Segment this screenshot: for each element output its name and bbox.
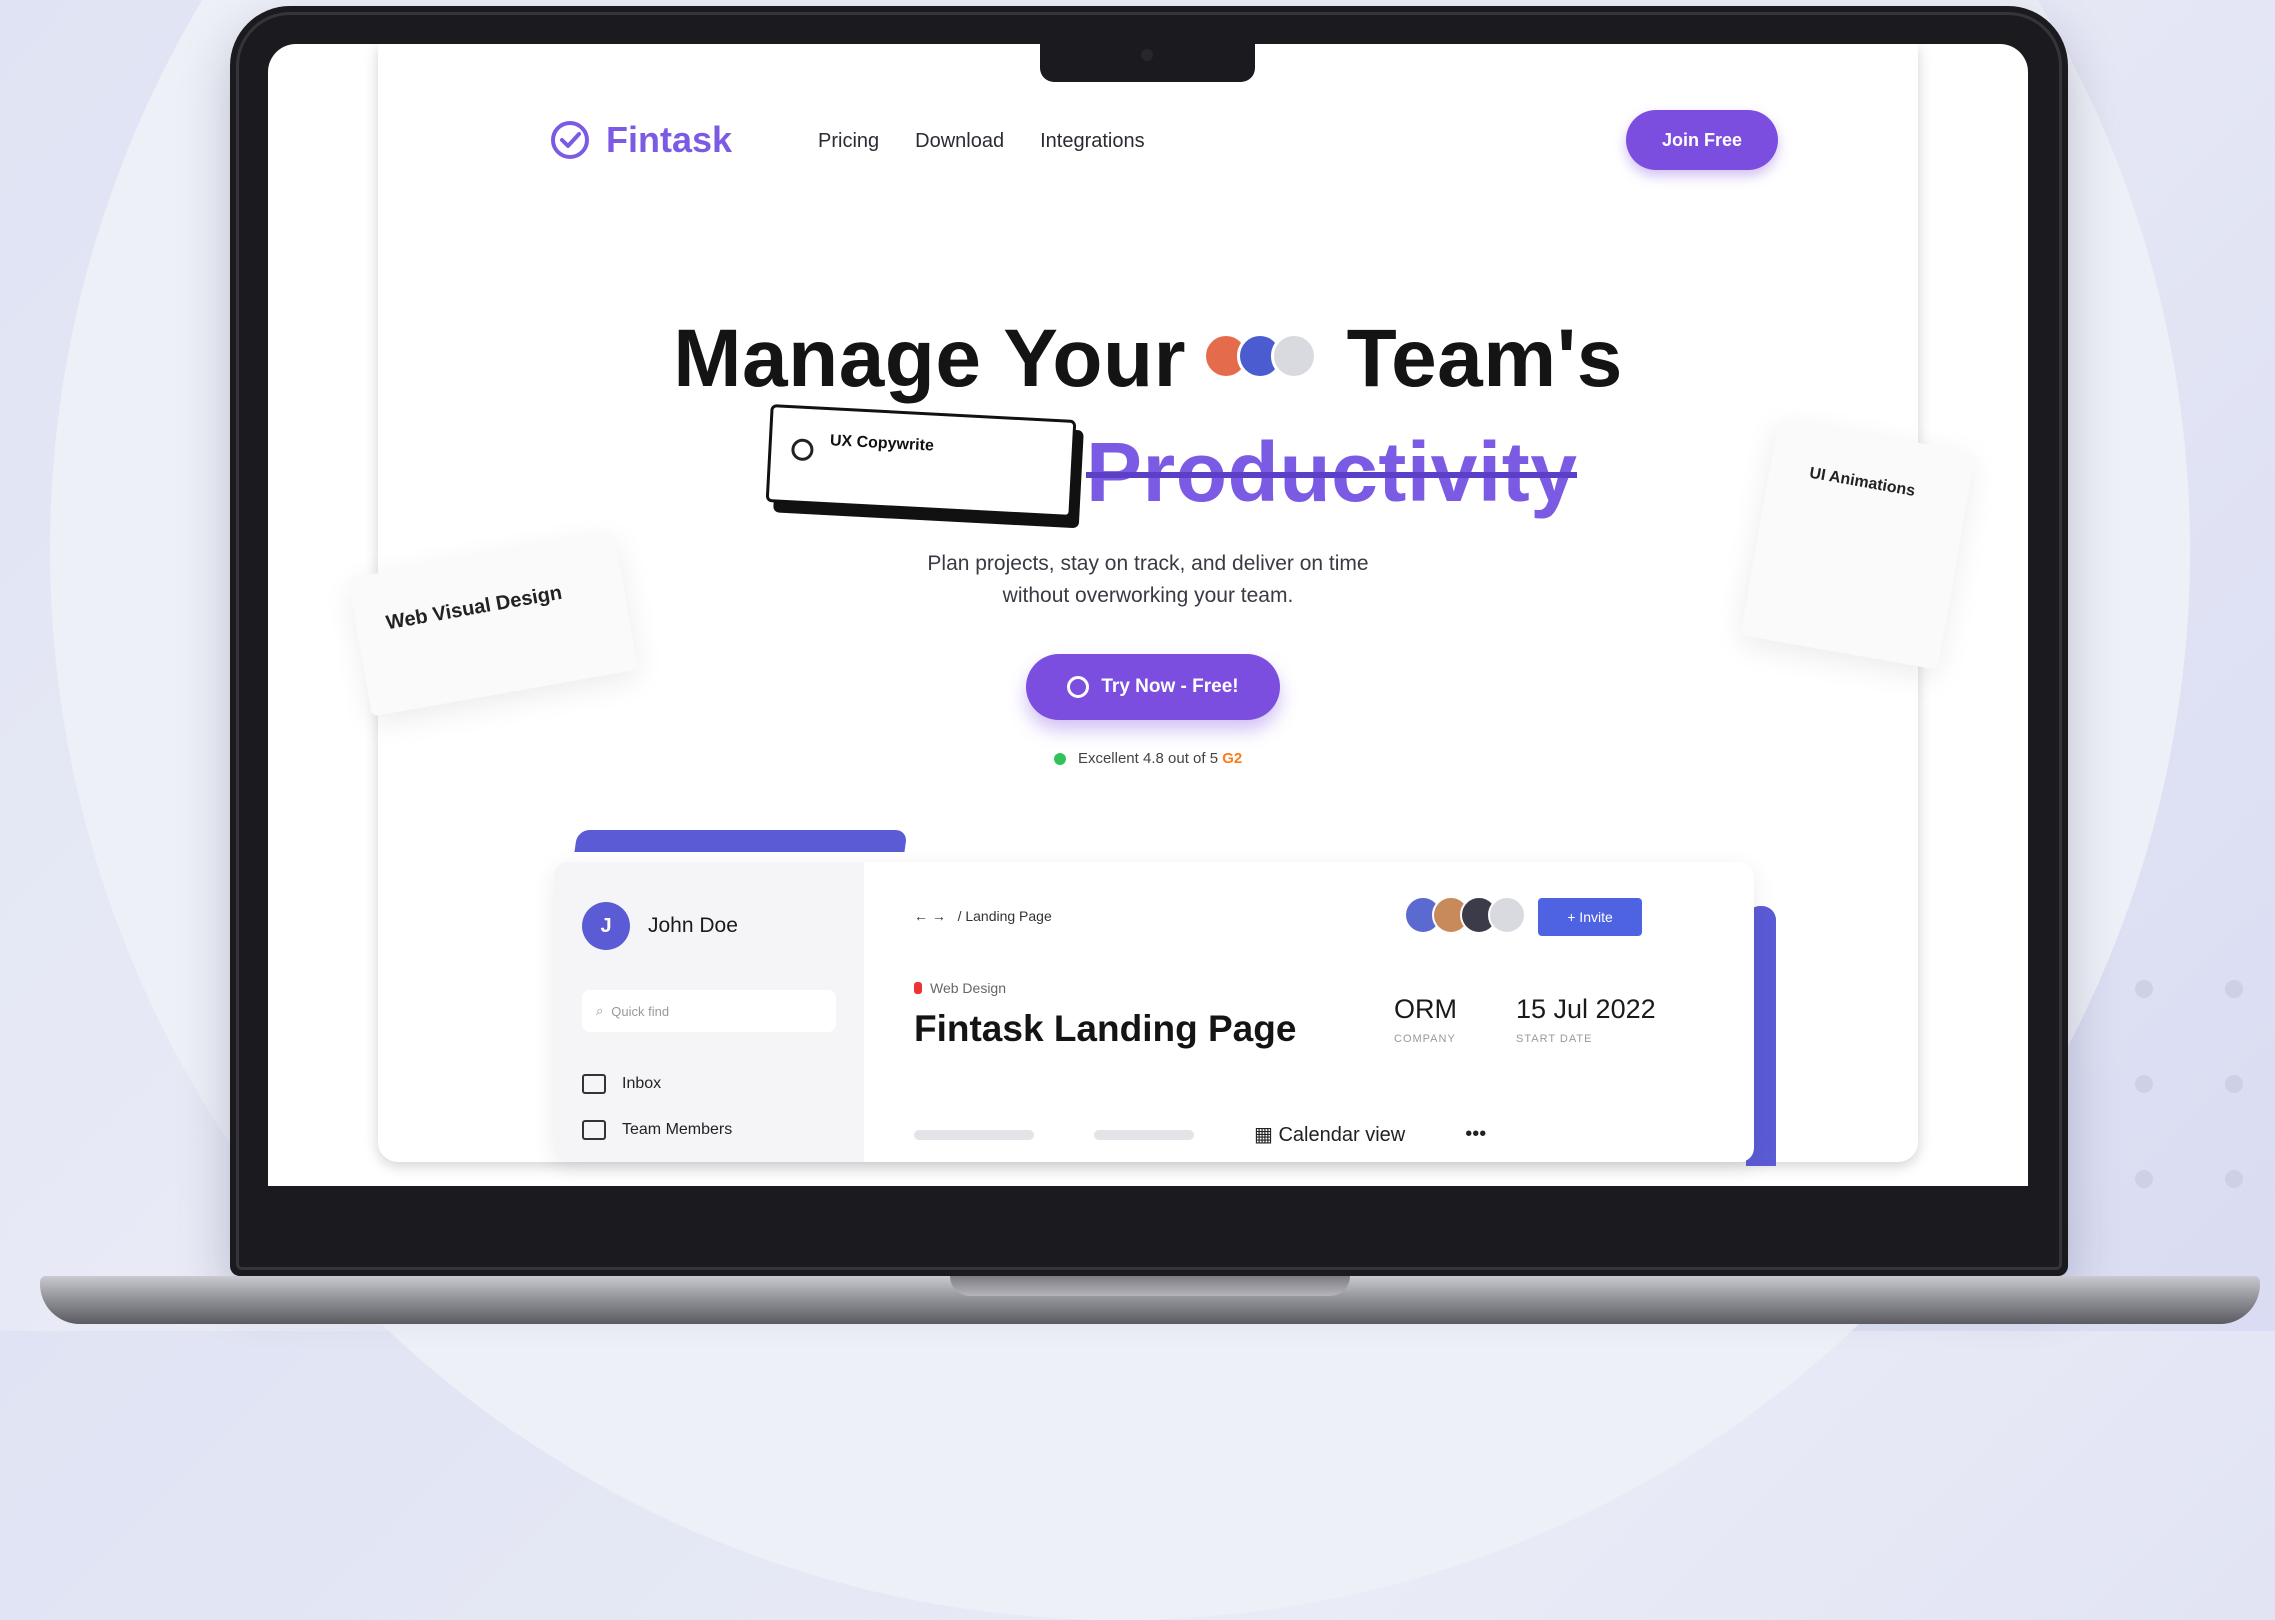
brand[interactable]: Fintask [548,118,732,162]
breadcrumb[interactable]: ← → / Landing Page [914,908,1052,924]
breadcrumb-current: / Landing Page [957,908,1052,924]
project-tag: Web Design [914,980,1006,996]
hero-subtitle: Plan projects, stay on track, and delive… [378,548,1918,612]
join-free-button[interactable]: Join Free [1626,110,1778,170]
right-card-title: UI Animations [1808,464,1917,500]
project-title: Fintask Landing Page [914,1008,1297,1049]
headline-part1: Manage Your [673,313,1186,404]
sidebar-item-team-members[interactable]: Team Members [582,1120,732,1140]
sidebar-item-inbox[interactable]: Inbox [582,1074,661,1094]
search-icon: ⌕ [596,1003,604,1018]
sidebar-item-label: Team Members [622,1121,733,1138]
user-profile[interactable]: J John Doe [582,902,738,950]
subtitle-line1: Plan projects, stay on track, and delive… [927,552,1369,575]
team-icon [582,1120,606,1140]
tag-label: Web Design [930,980,1007,996]
nav-link-pricing[interactable]: Pricing [818,130,879,153]
rating-brand: G2 [1222,750,1243,767]
check-circle-logo-icon [551,121,589,159]
more-options-button[interactable]: ••• [1465,1123,1486,1146]
invite-button[interactable]: + Invite [1538,898,1642,936]
company-value: ORM [1394,994,1457,1024]
try-now-button[interactable]: Try Now - Free! [1026,654,1280,720]
member-avatars[interactable] [1404,896,1526,934]
quick-find-input[interactable]: ⌕ Quick find [582,990,836,1032]
calendar-view-tab[interactable]: ▦ Calendar view [1254,1122,1405,1147]
dashboard-preview: J John Doe ⌕ Quick find Inbox Team Membe… [554,862,1754,1162]
laptop-notch [1040,40,1255,82]
view-toolbar: ▦ Calendar view ••• [914,1122,1714,1147]
dashboard-main: ← → / Landing Page + Invite Web Design F… [894,862,1754,1162]
circle-icon [1067,676,1090,698]
rating-value: 4.8 out of 5 [1142,750,1219,767]
back-forward-icon: ← → [914,908,954,924]
start-date-value: 15 Jul 2022 [1516,994,1656,1024]
calendar-view-label: Calendar view [1278,1124,1406,1146]
nav-links: Pricing Download Integrations [818,130,1145,153]
company-meta: ORM COMPANY [1394,994,1457,1045]
camera-icon [1141,49,1153,61]
task-circle-icon [790,438,814,462]
nav-link-integrations[interactable]: Integrations [1040,130,1145,153]
view-option-placeholder[interactable] [914,1129,1034,1140]
rating-prefix: Excellent [1077,750,1139,767]
inbox-icon [582,1074,606,1094]
dashboard-sidebar: J John Doe ⌕ Quick find Inbox Team Membe… [554,862,864,1162]
calendar-icon: ▦ [1254,1124,1273,1146]
company-label: COMPANY [1394,1033,1456,1045]
strikethrough [1086,472,1578,478]
ux-card-title: UX Copywrite [829,432,935,455]
sidebar-item-label: Inbox [622,1075,662,1092]
ux-copywrite-card: UX Copywrite [765,404,1077,518]
quick-find-placeholder: Quick find [611,1003,670,1019]
start-date-meta: 15 Jul 2022 START DATE [1516,994,1656,1045]
hero-headline-line2: Productivity [1086,424,1578,521]
headline-part2: Team's [1346,313,1623,404]
rating-strip: Excellent 4.8 out of 5 G2 [378,750,1918,767]
user-name: John Doe [648,914,738,937]
avatar: J [582,902,630,950]
brand-name: Fintask [606,119,733,160]
laptop-base [40,1276,2260,1324]
start-date-label: START DATE [1516,1033,1593,1045]
laptop-screen: Fintask Pricing Download Integrations Jo… [268,44,2028,1186]
landing-page: Fintask Pricing Download Integrations Jo… [347,44,1976,1166]
decorative-dots [2115,960,2275,1220]
top-navbar: Fintask Pricing Download Integrations Jo… [508,84,1798,194]
nav-link-download[interactable]: Download [915,130,1004,153]
view-option-placeholder[interactable] [1094,1129,1194,1140]
hero-headline-line1: Manage Your Team's [378,312,1918,406]
team-avatars [1203,333,1318,380]
ui-animations-card: UI Animations [1740,418,1976,670]
status-dot-icon [1053,753,1066,766]
tag-color-icon [914,982,922,994]
decorative-accent-bar [574,830,908,852]
subtitle-line2: without overworking your team. [1002,584,1294,607]
try-now-label: Try Now - Free! [1101,676,1239,697]
